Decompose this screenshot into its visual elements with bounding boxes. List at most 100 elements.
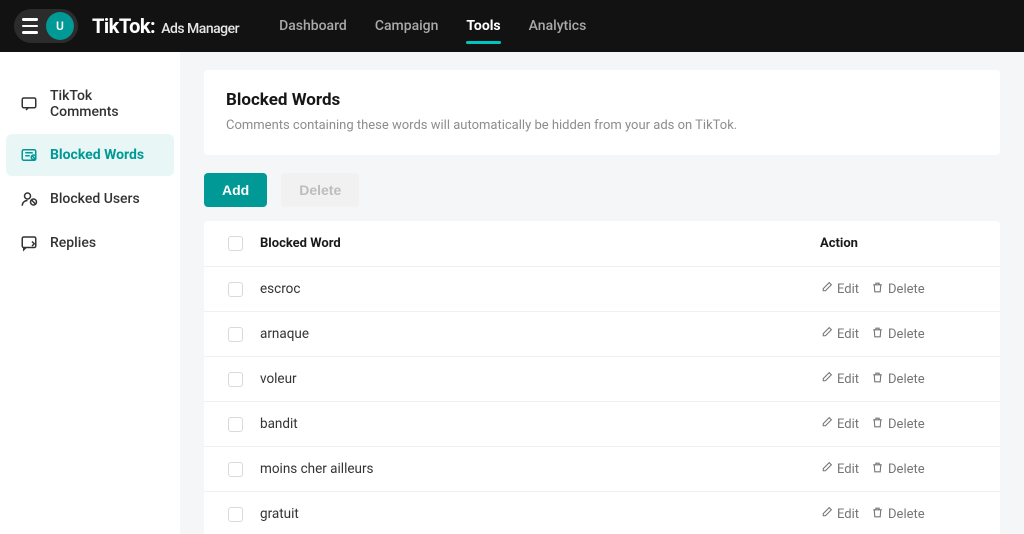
menu-icon[interactable] — [18, 15, 40, 37]
add-button[interactable]: Add — [204, 173, 267, 207]
avatar[interactable]: U — [46, 12, 74, 40]
nav-analytics[interactable]: Analytics — [529, 0, 587, 52]
nav-label: Analytics — [529, 18, 587, 34]
trash-icon — [871, 461, 884, 478]
nav-label: Dashboard — [279, 18, 347, 34]
delete-label: Delete — [888, 417, 925, 432]
table-row: banditEdit Delete — [204, 402, 1000, 447]
replies-icon — [20, 234, 38, 252]
sidebar-item-blocked-users[interactable]: Blocked Users — [6, 178, 174, 220]
edit-link[interactable]: Edit — [820, 416, 859, 433]
delete-link[interactable]: Delete — [871, 281, 925, 298]
row-actions: Edit Delete — [820, 281, 990, 298]
trash-icon — [871, 371, 884, 388]
row-actions: Edit Delete — [820, 506, 990, 523]
row-checkbox[interactable] — [228, 507, 243, 522]
row-checkbox[interactable] — [228, 462, 243, 477]
trash-icon — [871, 416, 884, 433]
header-action: Action — [820, 236, 990, 251]
header-word: Blocked Word — [256, 236, 820, 251]
edit-label: Edit — [837, 372, 859, 387]
edit-icon — [820, 506, 833, 523]
action-bar: Add Delete — [204, 173, 1000, 207]
trash-icon — [871, 281, 884, 298]
content-area: Blocked Words Comments containing these … — [180, 52, 1024, 534]
sidebar-item-label: Blocked Users — [50, 191, 140, 207]
brand-product: Ads Manager — [161, 21, 239, 37]
delete-button[interactable]: Delete — [281, 173, 359, 207]
delete-link[interactable]: Delete — [871, 461, 925, 478]
sidebar: TikTok Comments Blocked Words Blocked Us… — [0, 52, 180, 534]
row-actions: Edit Delete — [820, 461, 990, 478]
row-word: voleur — [256, 371, 820, 387]
trash-icon — [871, 326, 884, 343]
select-all-checkbox[interactable] — [228, 236, 243, 251]
delete-link[interactable]: Delete — [871, 371, 925, 388]
page-description: Comments containing these words will aut… — [226, 118, 978, 133]
avatar-initial: U — [56, 19, 64, 33]
nav-tools[interactable]: Tools — [466, 0, 500, 52]
nav-label: Campaign — [375, 18, 439, 34]
edit-label: Edit — [837, 327, 859, 342]
edit-icon — [820, 326, 833, 343]
row-checkbox[interactable] — [228, 282, 243, 297]
row-checkbox-cell — [214, 372, 256, 387]
sidebar-item-label: Replies — [50, 235, 96, 251]
blocked-words-icon — [20, 146, 38, 164]
brand-name: TikTok: — [92, 14, 155, 38]
delete-label: Delete — [888, 282, 925, 297]
edit-link[interactable]: Edit — [820, 461, 859, 478]
row-word: escroc — [256, 281, 820, 297]
menu-avatar-pill: U — [14, 9, 78, 43]
table-row: moins cher ailleursEdit Delete — [204, 447, 1000, 492]
table-row: gratuit Edit Delete — [204, 492, 1000, 534]
page-title: Blocked Words — [226, 90, 978, 110]
button-label: Add — [222, 182, 249, 198]
edit-icon — [820, 281, 833, 298]
nav-campaign[interactable]: Campaign — [375, 0, 439, 52]
sidebar-item-comments[interactable]: TikTok Comments — [6, 76, 174, 132]
edit-label: Edit — [837, 282, 859, 297]
top-bar: U TikTok: Ads Manager Dashboard Campaign… — [0, 0, 1024, 52]
edit-link[interactable]: Edit — [820, 506, 859, 523]
edit-link[interactable]: Edit — [820, 281, 859, 298]
brand-logo[interactable]: TikTok: Ads Manager — [92, 14, 239, 38]
delete-label: Delete — [888, 327, 925, 342]
row-checkbox[interactable] — [228, 327, 243, 342]
delete-link[interactable]: Delete — [871, 416, 925, 433]
delete-label: Delete — [888, 372, 925, 387]
row-actions: Edit Delete — [820, 371, 990, 388]
delete-link[interactable]: Delete — [871, 506, 925, 523]
row-word: bandit — [256, 416, 820, 432]
row-checkbox-cell — [214, 327, 256, 342]
sidebar-item-label: TikTok Comments — [50, 88, 160, 120]
edit-link[interactable]: Edit — [820, 371, 859, 388]
sidebar-item-blocked-words[interactable]: Blocked Words — [6, 134, 174, 176]
sidebar-item-label: Blocked Words — [50, 147, 144, 163]
table-row: escroc Edit Delete — [204, 267, 1000, 312]
row-checkbox[interactable] — [228, 417, 243, 432]
top-nav: Dashboard Campaign Tools Analytics — [279, 0, 586, 52]
delete-label: Delete — [888, 507, 925, 522]
row-checkbox-cell — [214, 282, 256, 297]
edit-icon — [820, 371, 833, 388]
row-word: arnaque — [256, 326, 820, 342]
edit-label: Edit — [837, 507, 859, 522]
edit-icon — [820, 461, 833, 478]
table-row: arnaque Edit Delete — [204, 312, 1000, 357]
delete-link[interactable]: Delete — [871, 326, 925, 343]
sidebar-item-replies[interactable]: Replies — [6, 222, 174, 264]
nav-dashboard[interactable]: Dashboard — [279, 0, 347, 52]
row-checkbox[interactable] — [228, 372, 243, 387]
trash-icon — [871, 506, 884, 523]
row-checkbox-cell — [214, 417, 256, 432]
row-actions: Edit Delete — [820, 416, 990, 433]
row-checkbox-cell — [214, 462, 256, 477]
edit-link[interactable]: Edit — [820, 326, 859, 343]
row-actions: Edit Delete — [820, 326, 990, 343]
row-word: gratuit — [256, 506, 820, 522]
blocked-users-icon — [20, 190, 38, 208]
row-word: moins cher ailleurs — [256, 461, 820, 477]
edit-icon — [820, 416, 833, 433]
nav-label: Tools — [466, 18, 500, 34]
